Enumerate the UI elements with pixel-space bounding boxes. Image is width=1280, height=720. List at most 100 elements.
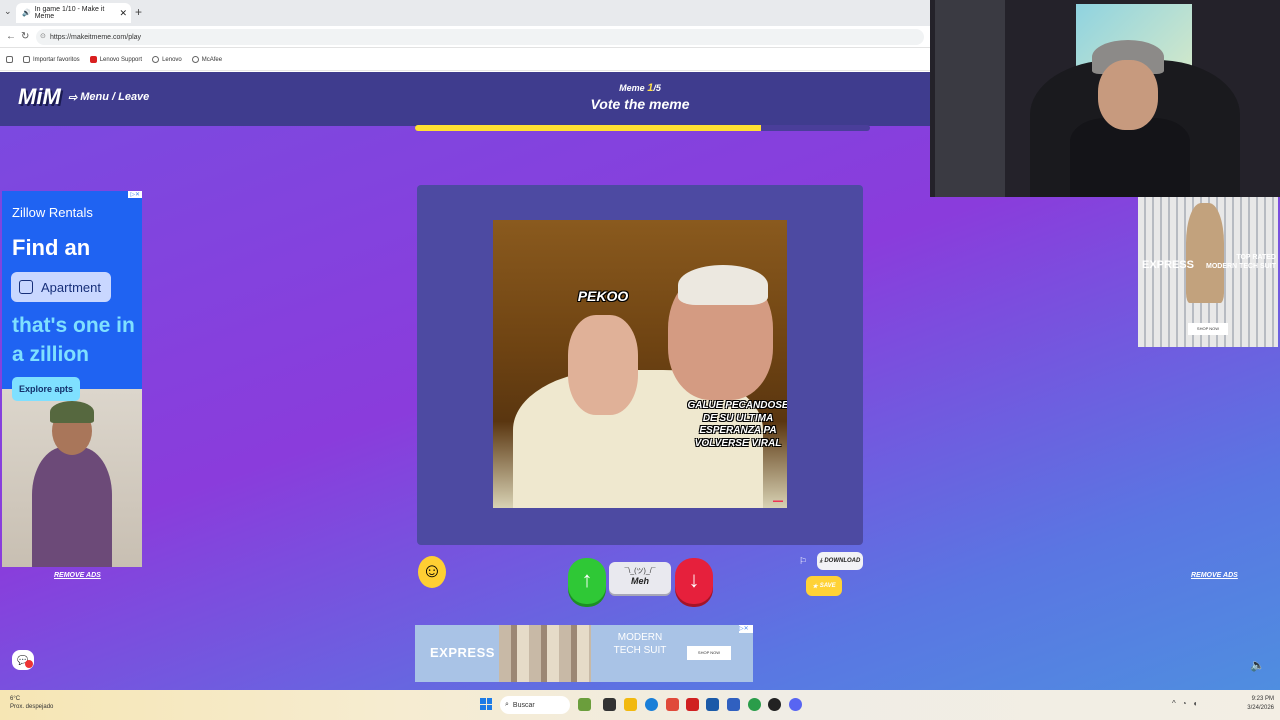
url-text: https://makeitmeme.com/play	[50, 33, 142, 41]
tab-close-icon[interactable]: ✕	[119, 8, 127, 19]
meme-figure-hair	[678, 265, 768, 305]
timer-progress-fill	[415, 125, 761, 131]
ad-headline: TOP RATED MODERN TECH SUIT	[1206, 254, 1276, 271]
task-view-icon[interactable]	[603, 698, 616, 711]
meme-figure-hands	[568, 315, 638, 415]
page-title: Vote the meme	[590, 96, 690, 112]
download-button[interactable]: ⤓ DOWNLOAD	[817, 552, 863, 570]
ad-brand: Zillow Rentals	[12, 205, 93, 220]
bookmark-label: Importar favoritos	[33, 56, 80, 63]
ad-zillow[interactable]: ▷✕ Zillow Rentals Find an Apartment that…	[2, 191, 142, 567]
save-label: SAVE	[819, 583, 836, 589]
reload-icon[interactable]: ↻	[21, 31, 29, 42]
lenovo-app-icon[interactable]	[686, 698, 699, 711]
app-icon[interactable]	[727, 698, 740, 711]
app-icon[interactable]	[666, 698, 679, 711]
clock-date: 3/24/2026	[1247, 705, 1274, 711]
import-icon	[23, 56, 30, 63]
weather-desc: Prox. despejado	[10, 704, 54, 711]
ad-express-right[interactable]: EXPRESS TOP RATED MODERN TECH SUIT SHOP …	[1138, 197, 1278, 347]
meme-watermark: ▬▬	[773, 498, 783, 504]
remove-ads-link-left[interactable]: REMOVE ADS	[54, 572, 101, 579]
vote-up-button[interactable]: ↑	[568, 558, 606, 604]
tab-list-chevron-icon[interactable]: ⌄	[4, 6, 12, 17]
ad-logo: EXPRESS	[1142, 259, 1194, 271]
ad-person-hat	[50, 401, 94, 423]
report-flag-icon[interactable]: ⚐	[799, 556, 807, 567]
weather-widget[interactable]: 6°C Prox. despejado	[10, 695, 53, 712]
webcam-shirt-logo	[1080, 160, 1160, 184]
meme-top-text: PEKOO	[577, 288, 629, 304]
menu-leave-label: Menu / Leave	[80, 91, 150, 103]
webcam-face	[1098, 60, 1158, 130]
ad-logo: EXPRESS	[430, 645, 495, 660]
download-label: DOWNLOAD	[824, 558, 861, 564]
bookmark-mcafee[interactable]: McAfee	[191, 56, 223, 63]
system-tray[interactable]: ^ ◔ ◖	[1172, 699, 1197, 708]
bookmarks-bar: Importar favoritos Lenovo Support Lenovo…	[0, 49, 930, 71]
browser-tab-bar: ⌄ 🔊 In game 1/10 - Make it Meme ✕ +	[0, 0, 930, 26]
bookmark-import[interactable]: Importar favoritos	[23, 56, 80, 63]
discord-icon[interactable]	[789, 698, 802, 711]
globe-icon	[152, 56, 160, 63]
download-icon: ⤓	[819, 557, 823, 564]
sidebar-toggle-icon[interactable]	[6, 56, 13, 63]
ad-shop-button[interactable]: SHOP NOW	[687, 646, 731, 660]
browser-tab-active[interactable]: 🔊 In game 1/10 - Make it Meme ✕	[16, 3, 131, 23]
adchoices-icon[interactable]: ▷✕	[739, 625, 753, 633]
ad-photo	[499, 625, 591, 682]
ad-apartment-pill[interactable]: Apartment	[11, 272, 111, 302]
mim-logo[interactable]: MiM	[18, 84, 61, 110]
widgets-icon[interactable]	[578, 698, 591, 711]
meme-bottom-text: GALUE PECANDOSE DE SU ULTIMA ESPERANZA P…	[687, 400, 787, 449]
address-bar-row: ← ↻ ⊙ https://makeitmeme.com/play	[0, 26, 930, 48]
menu-leave-button[interactable]: ⇨ Menu / Leave	[68, 91, 149, 104]
meme-image: PEKOO GALUE PECANDOSE DE SU ULTIMA ESPER…	[493, 220, 787, 508]
bookmark-label: Lenovo Support	[99, 56, 143, 63]
lock-icon: ⊙	[40, 33, 46, 40]
meh-button[interactable]: ¯\_(ツ)_/¯ Meh	[609, 562, 671, 594]
chrome-icon[interactable]	[748, 698, 761, 711]
wifi-icon[interactable]: ◔	[1182, 699, 1187, 708]
tab-title: In game 1/10 - Make it Meme	[34, 6, 105, 20]
back-icon[interactable]: ←	[6, 31, 16, 42]
bookmark-label: McAfee	[201, 56, 223, 63]
search-icon: ⌕	[505, 701, 509, 708]
ad-tagline: that's one in a zillion	[12, 314, 135, 367]
webcam-door	[935, 0, 1005, 197]
new-tab-button[interactable]: +	[135, 5, 142, 19]
ad-shop-button[interactable]: SHOP NOW	[1188, 323, 1228, 335]
chevron-up-icon[interactable]: ^	[1172, 699, 1176, 708]
ad-pill-label: Apartment	[41, 279, 101, 295]
ad-person-body	[32, 447, 112, 567]
clock[interactable]: 9:23 PM 3/24/2026	[1238, 695, 1274, 713]
weather-temp: 6°C	[10, 696, 21, 702]
emoji-reaction-button[interactable]: ☺	[418, 556, 446, 588]
adchoices-icon[interactable]: ▷✕	[128, 191, 142, 198]
chat-notification-badge	[25, 660, 33, 668]
windows-taskbar: 6°C Prox. despejado ⌕ Buscar ^ ◔ ◖ 9:23 …	[0, 690, 1280, 720]
meme-counter: Meme 1/5	[600, 82, 680, 94]
meme-total: /5	[653, 83, 661, 93]
meme-label: Meme	[619, 83, 645, 93]
volume-icon[interactable]: 🔈	[1250, 658, 1265, 672]
save-button[interactable]: ★ SAVE	[806, 576, 842, 596]
obs-icon[interactable]	[768, 698, 781, 711]
file-explorer-icon[interactable]	[624, 698, 637, 711]
ad-express-banner[interactable]: EXPRESS MODERN TECH SUIT SHOP NOW ▷✕	[415, 625, 753, 682]
speaker-icon[interactable]: 🔊	[22, 9, 31, 17]
windows-start-icon[interactable]	[480, 698, 492, 710]
store-icon[interactable]	[706, 698, 719, 711]
vote-down-button[interactable]: ↓	[675, 558, 713, 604]
volume-icon[interactable]: ◖	[1193, 699, 1198, 708]
remove-ads-link-right[interactable]: REMOVE ADS	[1191, 572, 1238, 579]
bookmark-lenovo-support[interactable]: Lenovo Support	[89, 56, 143, 63]
ad-explore-button[interactable]: Explore apts	[12, 377, 80, 401]
bookmark-lenovo[interactable]: Lenovo	[152, 56, 182, 63]
shrug-text: ¯\_(ツ)_/¯	[624, 568, 656, 575]
url-field[interactable]: ⊙ https://makeitmeme.com/play	[36, 29, 924, 45]
game-header: MiM ⇨ Menu / Leave Meme 1/5 Vote the mem…	[0, 72, 930, 126]
edge-icon[interactable]	[645, 698, 658, 711]
taskbar-search[interactable]: ⌕ Buscar	[500, 696, 570, 714]
search-placeholder: Buscar	[512, 701, 535, 709]
